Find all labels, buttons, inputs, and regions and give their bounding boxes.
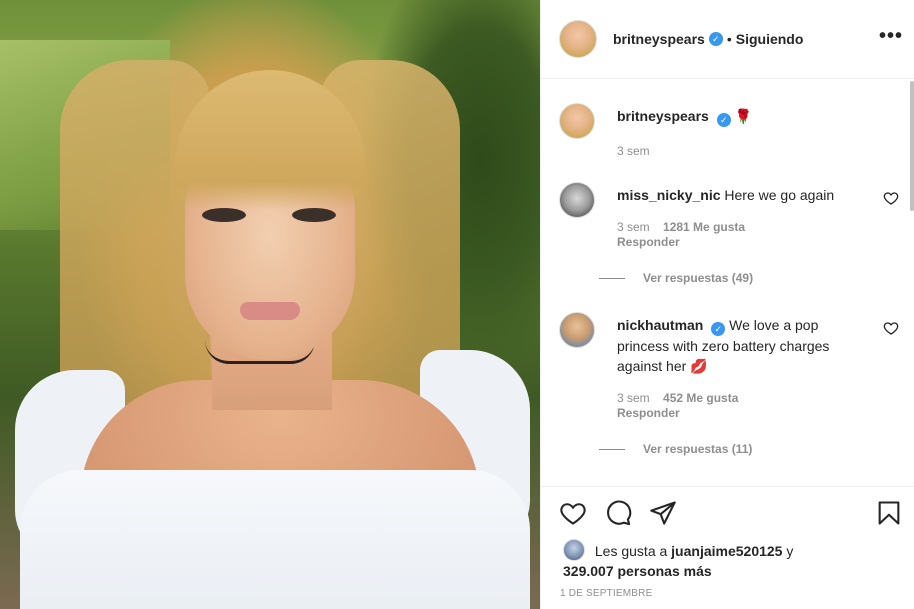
comment-time[interactable]: 3 sem <box>617 220 650 234</box>
caption-body: britneyspears ✓ 🌹 3 sem <box>617 106 857 159</box>
view-replies-button[interactable]: Ver respuestas (11) <box>599 442 752 456</box>
verified-badge-icon: ✓ <box>708 32 723 46</box>
comment-text: Here we go again <box>724 187 835 203</box>
comment-likes[interactable]: 452 Me gusta <box>663 391 738 405</box>
header-text: britneyspears ✓ • Siguiendo <box>613 31 803 47</box>
replies-divider <box>599 277 625 279</box>
comment-icon[interactable] <box>604 499 632 527</box>
comment-username[interactable]: miss_nicky_nic <box>617 187 721 203</box>
action-bar: Les gusta a juanjaime520125 y 329.007 pe… <box>541 486 914 609</box>
verified-badge-icon: ✓ <box>711 322 726 336</box>
view-replies-label: Ver respuestas (11) <box>643 442 753 456</box>
lips-emoji: 💋 <box>690 358 708 374</box>
comment-meta: 3 sem 1281 Me gusta <box>617 219 857 235</box>
post-date[interactable]: 1 DE SEPTIEMBRE <box>560 588 652 599</box>
comments-list[interactable]: britneyspears ✓ 🌹 3 sem miss_nicky_nic H… <box>541 79 911 486</box>
photo-top <box>20 470 530 609</box>
post-photo[interactable] <box>0 0 540 609</box>
comment-likes[interactable]: 1281 Me gusta <box>663 220 745 234</box>
caption-username[interactable]: britneyspears <box>617 108 709 124</box>
caption-avatar[interactable] <box>559 103 595 139</box>
comment-like-icon[interactable] <box>883 320 899 336</box>
photo-lips <box>240 302 300 320</box>
more-options-icon[interactable]: ••• <box>879 26 903 46</box>
post-panel: britneyspears ✓ • Siguiendo ••• britneys… <box>540 0 914 609</box>
share-icon[interactable] <box>649 499 677 527</box>
view-replies-button[interactable]: Ver respuestas (49) <box>599 271 753 285</box>
comment-avatar[interactable] <box>559 312 595 348</box>
comment-username[interactable]: nickhautman <box>617 317 703 333</box>
verified-badge-icon: ✓ <box>716 113 731 127</box>
header-separator: • <box>726 31 732 47</box>
comments-scrollbar[interactable] <box>909 79 914 486</box>
comment-like-icon[interactable] <box>883 190 899 206</box>
view-replies-label: Ver respuestas (49) <box>643 271 754 285</box>
caption-time[interactable]: 3 sem <box>617 143 857 159</box>
heart-icon[interactable] <box>559 499 587 527</box>
likes-summary: Les gusta a juanjaime520125 y 329.007 pe… <box>563 539 903 581</box>
likes-connector: y <box>786 543 794 559</box>
likes-count[interactable]: 329.007 personas más <box>563 563 712 579</box>
photo-eye-right <box>292 208 336 222</box>
comment-body: nickhautman ✓ We love a pop princess wit… <box>617 315 857 420</box>
liker-avatar[interactable] <box>563 539 585 561</box>
liker-username[interactable]: juanjaime520125 <box>671 543 782 559</box>
follow-status-button[interactable]: Siguiendo <box>736 31 804 47</box>
replies-divider <box>599 448 625 450</box>
comment-time[interactable]: 3 sem <box>617 391 650 405</box>
comment-meta: 3 sem 452 Me gusta <box>617 390 857 406</box>
comment-avatar[interactable] <box>559 182 595 218</box>
author-avatar[interactable] <box>559 20 597 58</box>
reply-button[interactable]: Responder <box>617 406 857 420</box>
comment-body: miss_nicky_nic Here we go again 3 sem 12… <box>617 185 857 249</box>
photo-eye-left <box>202 208 246 222</box>
post-header: britneyspears ✓ • Siguiendo ••• <box>541 0 914 79</box>
reply-button[interactable]: Responder <box>617 235 857 249</box>
scrollbar-thumb[interactable] <box>910 81 914 211</box>
author-username[interactable]: britneyspears <box>613 31 705 47</box>
bookmark-icon[interactable] <box>875 499 903 527</box>
rose-emoji: 🌹 <box>734 108 753 124</box>
likes-prefix: Les gusta a <box>594 543 668 559</box>
